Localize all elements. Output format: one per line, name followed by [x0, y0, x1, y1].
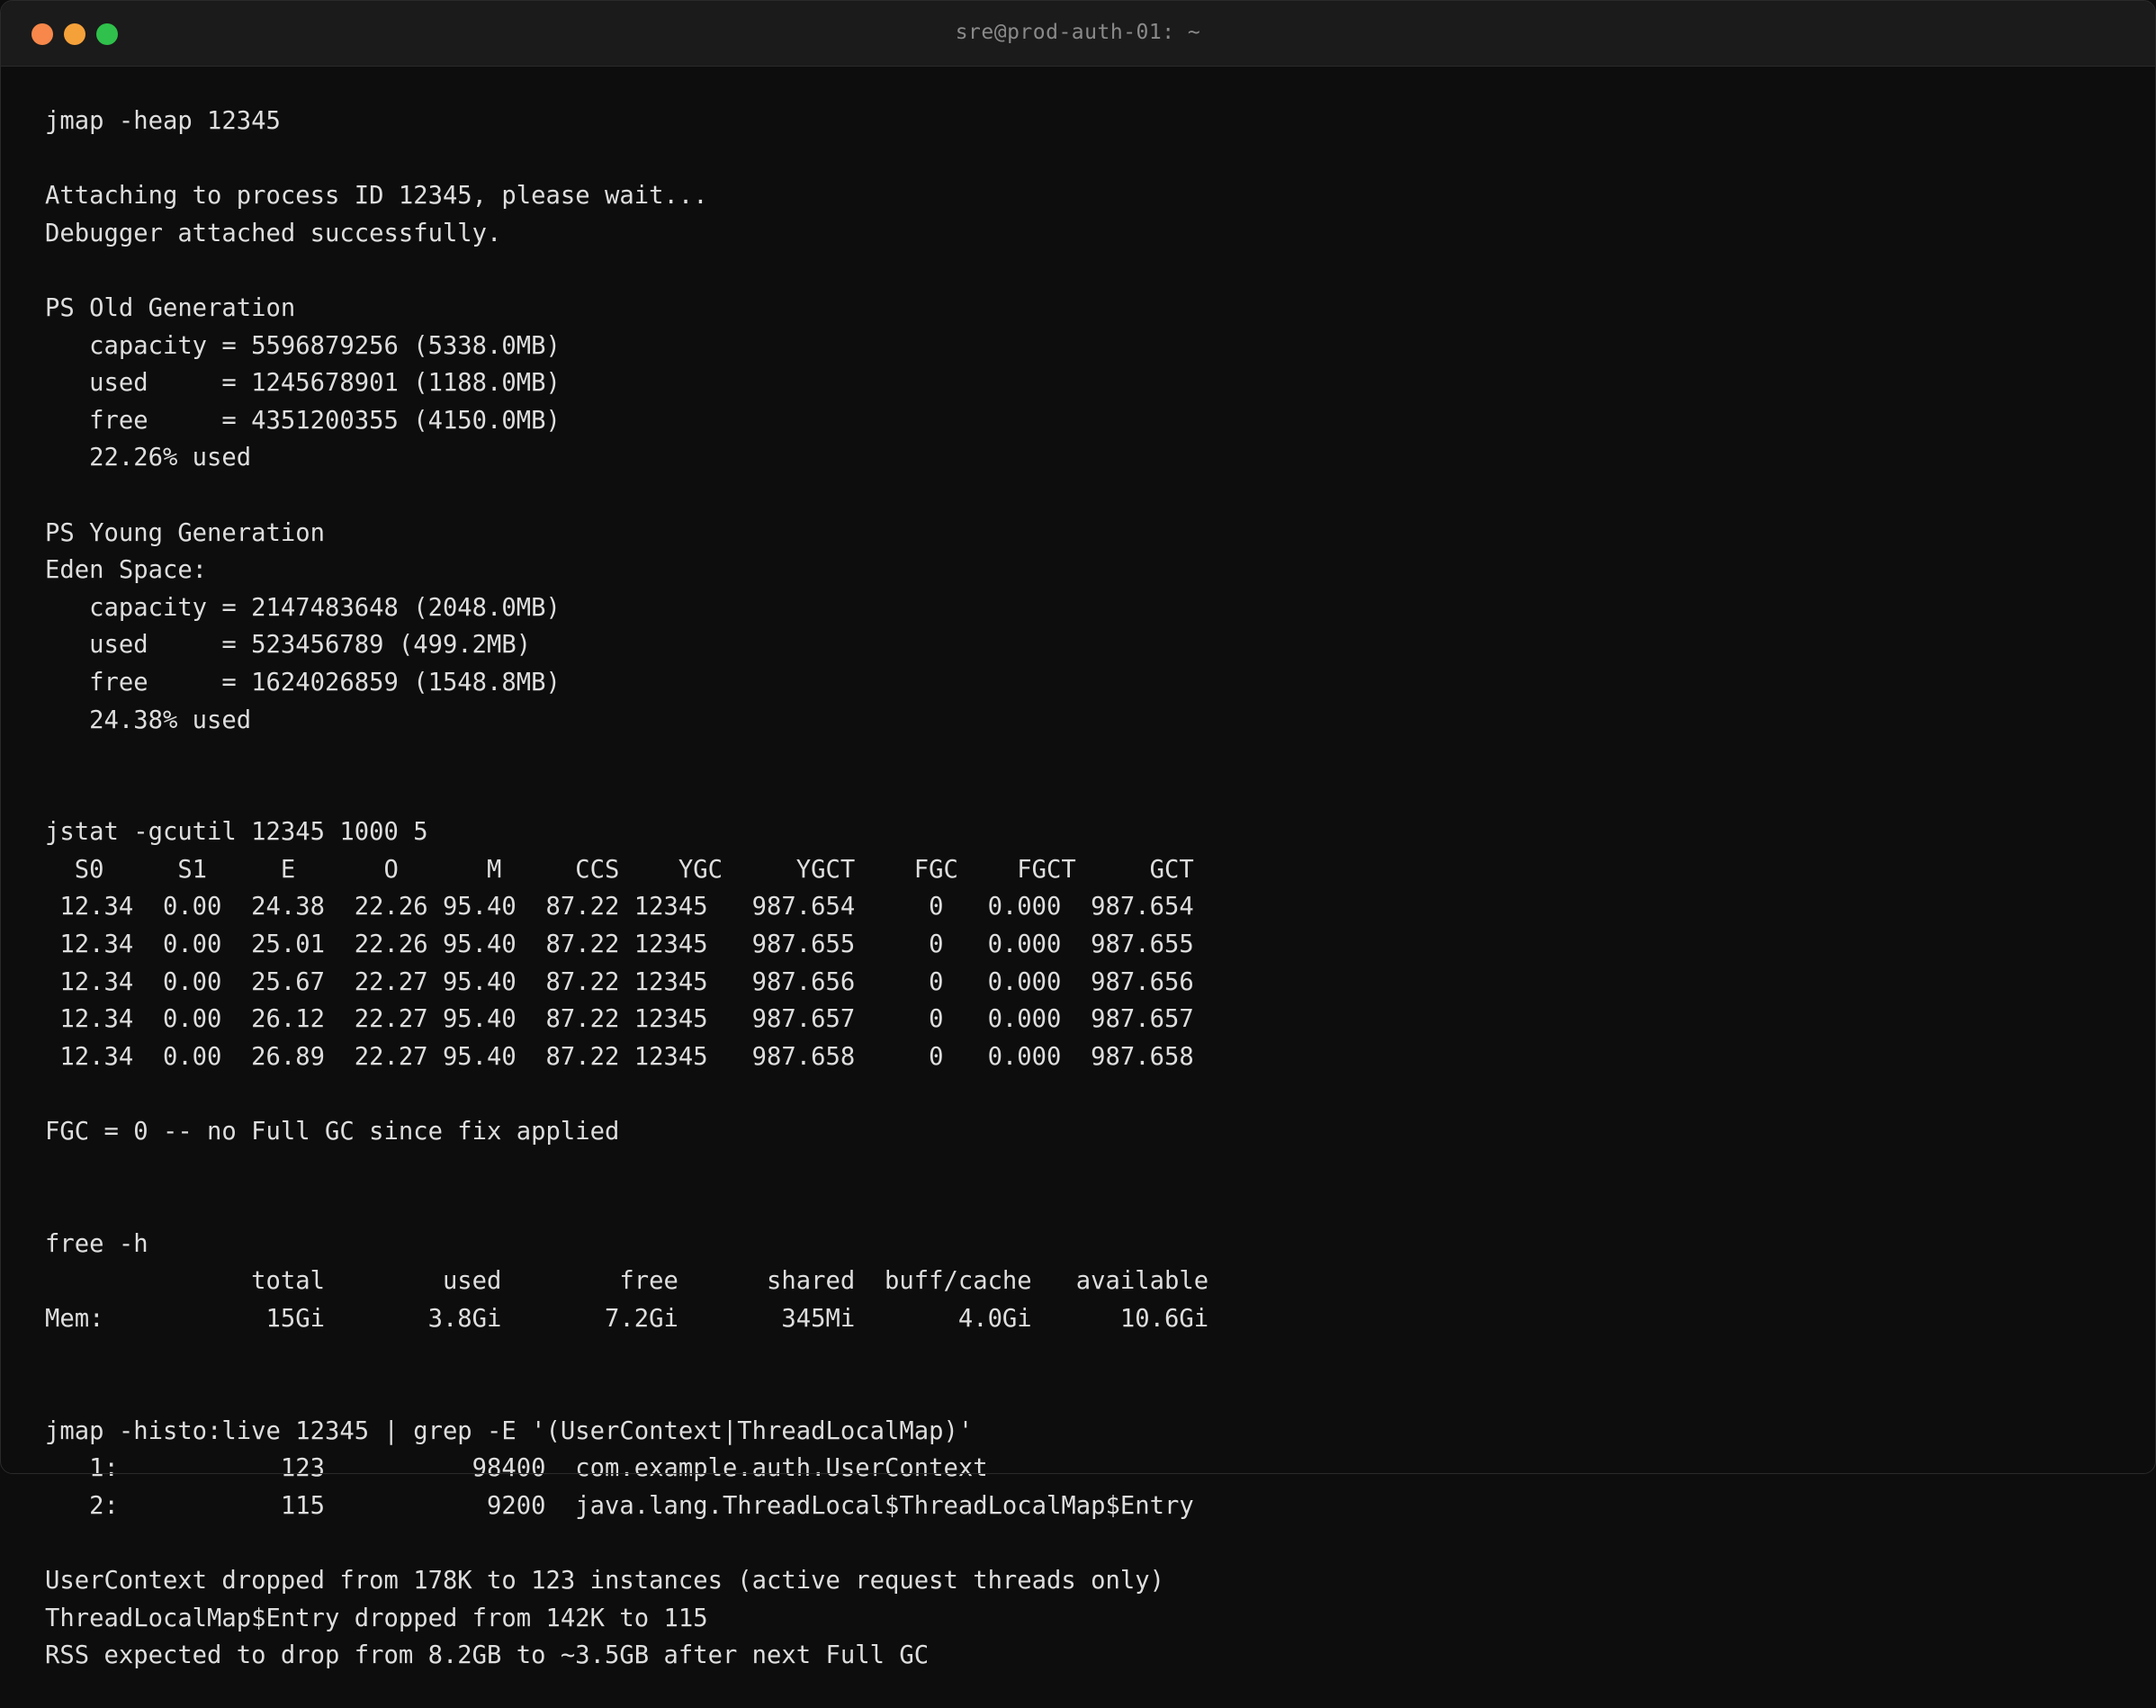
- terminal-line: Eden Space:: [45, 556, 208, 585]
- terminal-line: total used free shared buff/cache availa…: [45, 1267, 1209, 1296]
- terminal-line: capacity = 5596879256 (5338.0MB): [45, 331, 561, 360]
- terminal-line: free = 4351200355 (4150.0MB): [45, 406, 561, 435]
- terminal-line: 12.34 0.00 25.01 22.26 95.40 87.22 12345…: [45, 930, 1194, 959]
- title-bar: sre@prod-auth-01: ~: [1, 1, 2155, 67]
- terminal-line: free = 1624026859 (1548.8MB): [45, 668, 561, 697]
- terminal-line: 12.34 0.00 25.67 22.27 95.40 87.22 12345…: [45, 967, 1194, 996]
- terminal-line: Debugger attached successfully.: [45, 219, 502, 247]
- terminal-line: PS Old Generation: [45, 293, 296, 322]
- terminal-line: UserContext dropped from 178K to 123 ins…: [45, 1567, 1164, 1596]
- terminal-line: used = 523456789 (499.2MB): [45, 631, 532, 660]
- terminal-line: 12.34 0.00 26.12 22.27 95.40 87.22 12345…: [45, 1005, 1194, 1034]
- terminal-window: sre@prod-auth-01: ~ jmap -heap 12345 Atta…: [0, 0, 2156, 1708]
- window-title: sre@prod-auth-01: ~: [955, 21, 1201, 44]
- terminal-line: RSS expected to drop from 8.2GB to ~3.5G…: [45, 1641, 930, 1670]
- terminal-line: 22.26% used: [45, 444, 252, 472]
- terminal-line: capacity = 2147483648 (2048.0MB): [45, 593, 561, 622]
- terminal-line: Attaching to process ID 12345, please wa…: [45, 182, 708, 211]
- terminal-line: 12.34 0.00 24.38 22.26 95.40 87.22 12345…: [45, 893, 1194, 921]
- terminal-line: S0 S1 E O M CCS YGC YGCT FGC FGCT GCT: [45, 855, 1194, 884]
- terminal-line: ThreadLocalMap$Entry dropped from 142K t…: [45, 1604, 708, 1632]
- terminal-line: 2: 115 9200 java.lang.ThreadLocal$Thread…: [45, 1491, 1194, 1520]
- terminal-output[interactable]: jmap -heap 12345 Attaching to process ID …: [45, 103, 1208, 1675]
- terminal-line: PS Young Generation: [45, 518, 325, 547]
- terminal-line: 12.34 0.00 26.89 22.27 95.40 87.22 12345…: [45, 1042, 1194, 1071]
- terminal-line: used = 1245678901 (1188.0MB): [45, 369, 561, 398]
- terminal-line: jmap -heap 12345: [45, 107, 281, 135]
- terminal-line: jstat -gcutil 12345 1000 5: [45, 818, 428, 847]
- terminal-line: 24.38% used: [45, 706, 252, 734]
- terminal-line: jmap -histo:live 12345 | grep -E '(UserC…: [45, 1416, 974, 1445]
- terminal-line: Mem: 15Gi 3.8Gi 7.2Gi 345Mi 4.0Gi 10.6Gi: [45, 1305, 1209, 1333]
- terminal-line: FGC = 0 -- no Full GC since fix applied: [45, 1118, 620, 1146]
- terminal-line: 1: 123 98400 com.example.auth.UserContex…: [45, 1454, 988, 1483]
- terminal-line: free -h: [45, 1229, 148, 1258]
